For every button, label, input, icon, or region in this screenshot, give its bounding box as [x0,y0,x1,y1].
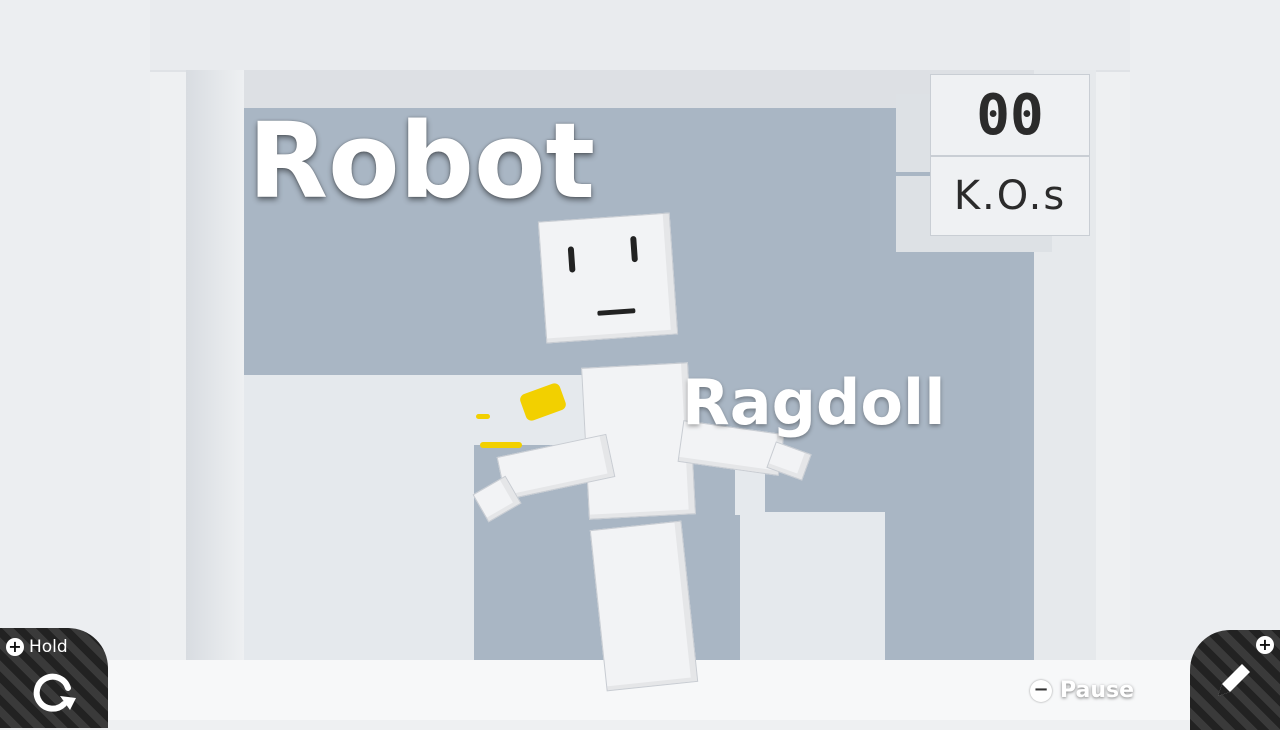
outer-wall-right [1130,0,1280,720]
robot-right-eye [630,235,638,263]
robot-mouth [597,308,636,316]
ceiling-bar [150,0,1130,72]
outer-wall-left [0,0,150,720]
rotate-icon [33,673,76,712]
hold-label: Hold [29,637,68,657]
plus-button-icon: + [6,638,24,656]
ko-label: K.O.s [930,156,1090,236]
edit-button[interactable]: + [1190,630,1280,730]
pencil-icon [1218,664,1250,696]
robot-head [537,212,679,344]
doodle-stroke [476,414,490,419]
robot-ragdoll[interactable] [470,205,830,695]
hold-button[interactable]: + Hold [0,628,108,728]
doodle-stroke [480,442,522,448]
room-frame-left [186,70,244,670]
pause-hint[interactable]: − Pause [1030,678,1134,703]
robot-legs [589,520,699,692]
wall-light-patch [244,600,414,665]
ko-count: 00 [930,74,1090,156]
game-subtitle: Ragdoll [682,366,946,439]
minus-button-icon: − [1030,679,1052,702]
robot-left-eye [567,246,576,273]
game-title: Robot [248,100,596,222]
plus-button-icon: + [1256,636,1274,654]
pause-label: Pause [1060,678,1135,703]
